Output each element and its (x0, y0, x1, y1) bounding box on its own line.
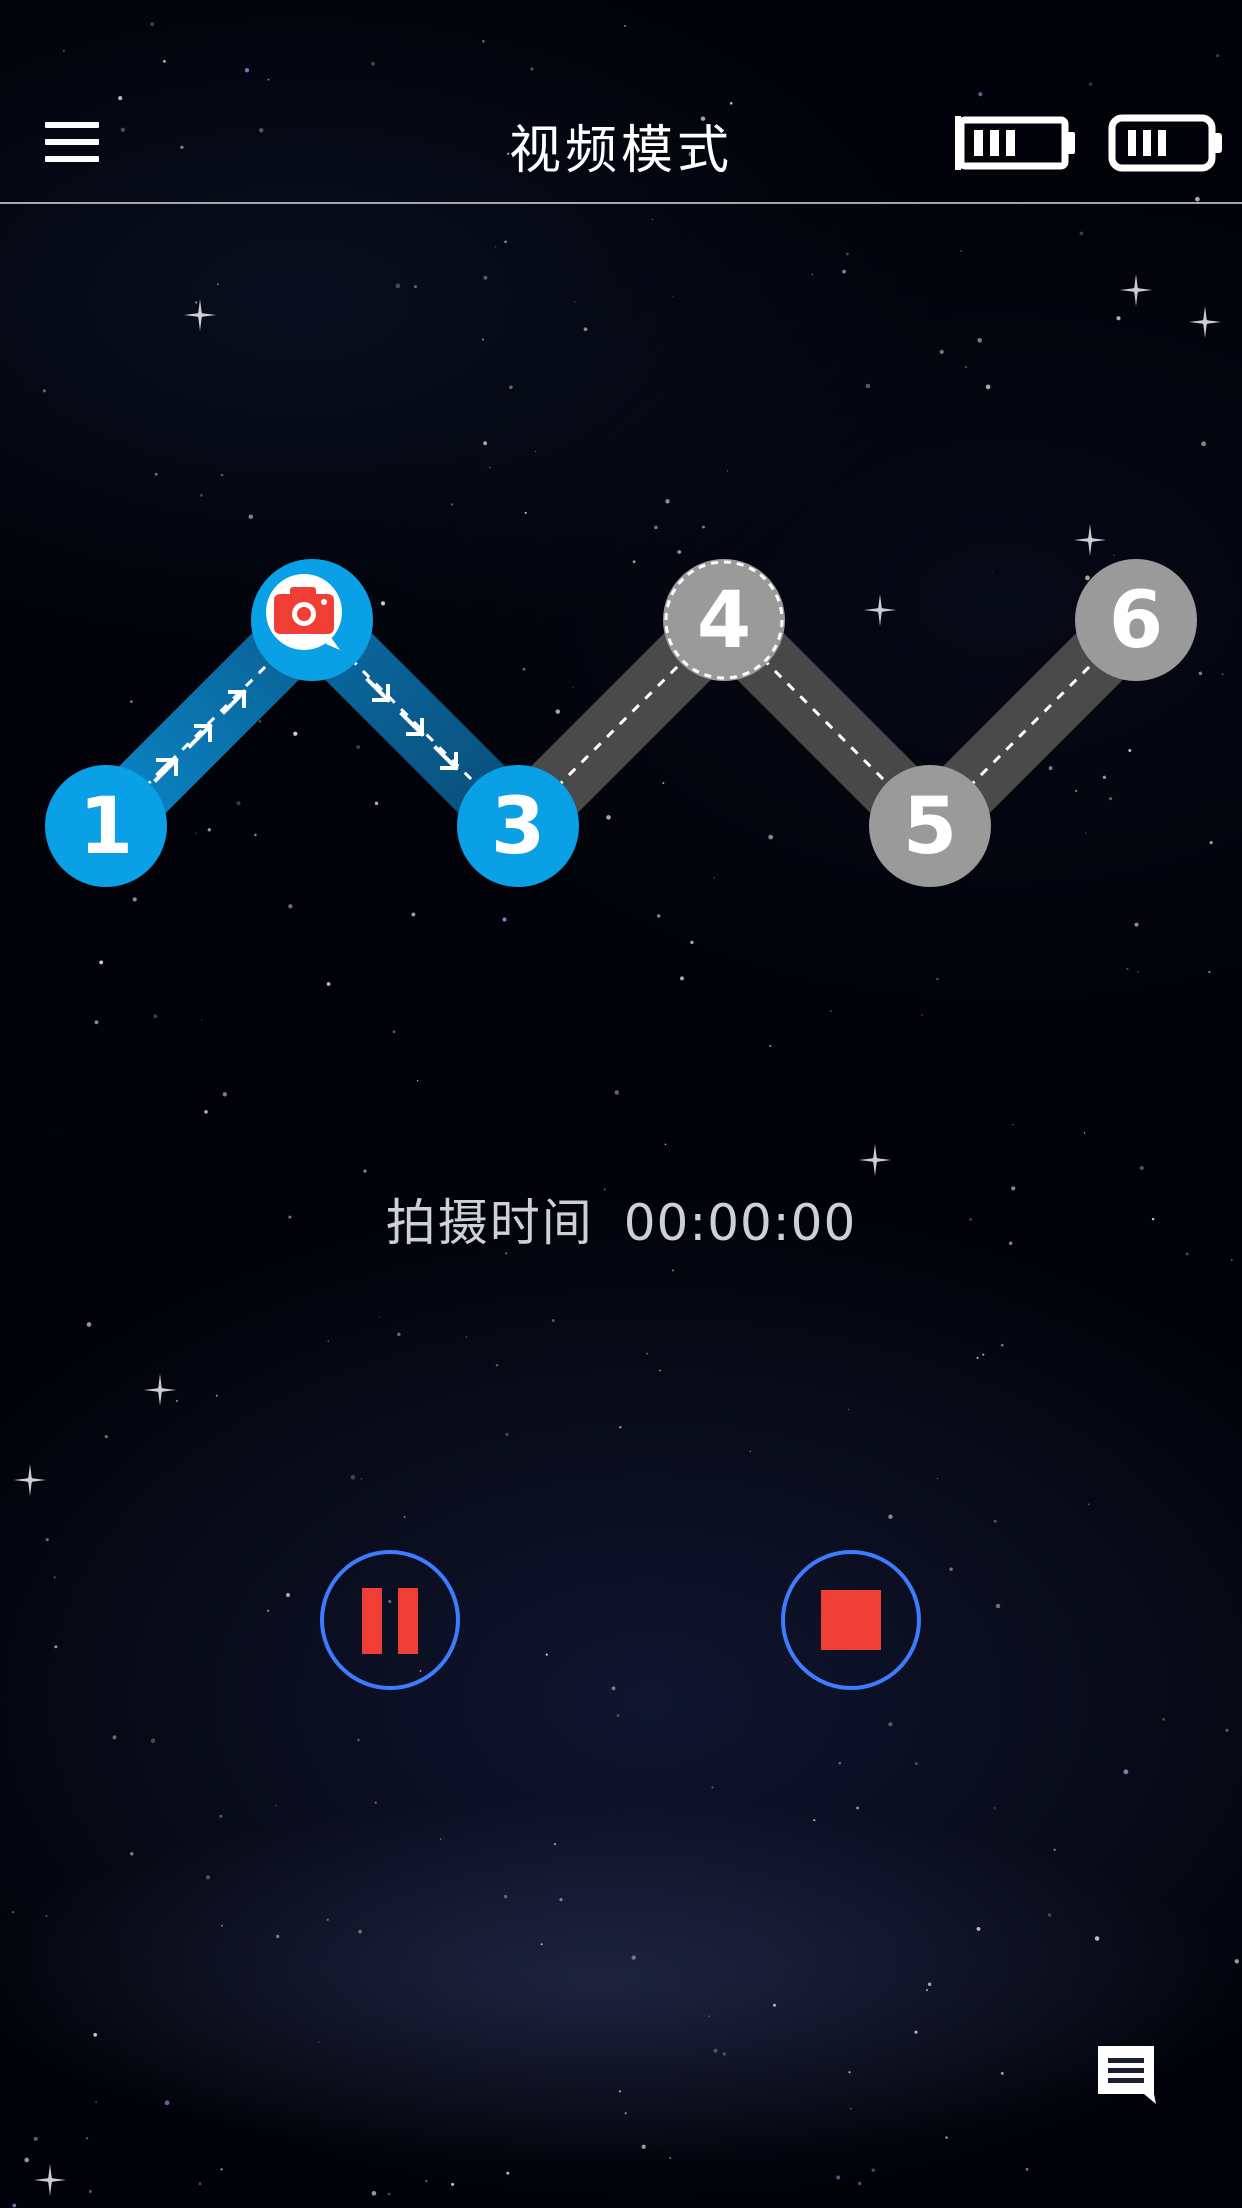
svg-text:5: 5 (903, 782, 957, 872)
path-node-3[interactable]: 3 (457, 765, 579, 887)
path-node-6[interactable]: 6 (1075, 559, 1197, 681)
pause-button[interactable] (320, 1550, 460, 1690)
svg-text:3: 3 (491, 782, 545, 872)
video-mode-screen: 视频模式 1 3 4 5 6 拍摄时间 00:00:00 (0, 0, 1242, 2208)
svg-text:4: 4 (697, 576, 751, 666)
path-node-2-current[interactable] (251, 559, 373, 681)
svg-text:1: 1 (79, 782, 133, 872)
stop-icon (821, 1590, 881, 1650)
shooting-time-value: 00:00:00 (623, 1194, 857, 1252)
path-node-1[interactable]: 1 (45, 765, 167, 887)
shooting-time-label: 拍摄时间 (385, 1194, 594, 1252)
route-path-diagram: 1 3 4 5 6 (45, 559, 1197, 887)
path-node-5[interactable]: 5 (869, 765, 991, 887)
chat-icon[interactable] (1094, 2044, 1158, 2104)
camera-icon (274, 587, 334, 634)
stop-button[interactable] (781, 1550, 921, 1690)
path-node-4[interactable]: 4 (663, 559, 785, 681)
shooting-time-readout: 拍摄时间 00:00:00 (0, 1183, 1242, 1255)
svg-text:6: 6 (1109, 576, 1163, 666)
